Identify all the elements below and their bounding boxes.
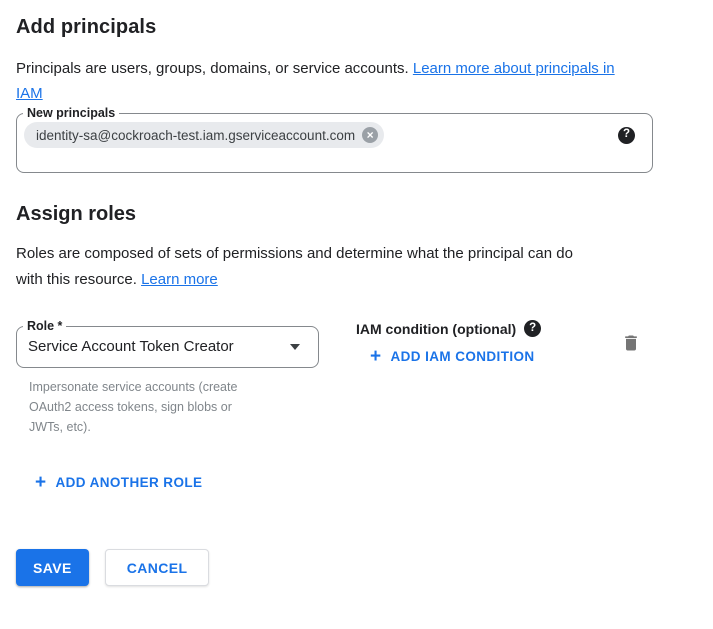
- iam-condition-column: IAM condition (optional) ? + ADD IAM CON…: [356, 319, 541, 367]
- principal-chip: identity-sa@cockroach-test.iam.gservicea…: [24, 122, 384, 148]
- role-helper-text: Impersonate service accounts (create OAu…: [29, 377, 338, 437]
- dropdown-arrow-icon: [290, 344, 300, 350]
- plus-icon: +: [370, 350, 382, 363]
- role-selected-value: Service Account Token Creator: [28, 338, 234, 355]
- assign-roles-description-body: Roles are composed of sets of permission…: [16, 245, 573, 288]
- new-principals-input-area[interactable]: identity-sa@cockroach-test.iam.gservicea…: [17, 120, 652, 172]
- role-binding-row: Role * Service Account Token Creator Imp…: [16, 319, 697, 437]
- add-iam-condition-label: ADD IAM CONDITION: [391, 349, 535, 364]
- iam-condition-help-icon[interactable]: ?: [524, 320, 541, 337]
- iam-condition-label: IAM condition (optional): [356, 321, 516, 337]
- principal-chip-text: identity-sa@cockroach-test.iam.gservicea…: [36, 128, 355, 143]
- learn-more-roles-link[interactable]: Learn more: [141, 271, 218, 288]
- assign-roles-title: Assign roles: [16, 203, 697, 226]
- new-principals-field[interactable]: New principals identity-sa@cockroach-tes…: [16, 106, 653, 173]
- role-select-field[interactable]: Role * Service Account Token Creator: [16, 319, 319, 368]
- add-another-role-label: ADD ANOTHER ROLE: [56, 475, 203, 490]
- chip-remove-icon[interactable]: ×: [362, 127, 378, 143]
- role-label: Role *: [23, 319, 66, 333]
- role-helper-line: OAuth2 access tokens, sign blobs or: [29, 397, 338, 417]
- add-another-role-button[interactable]: + ADD ANOTHER ROLE: [35, 475, 202, 490]
- iam-condition-header: IAM condition (optional) ?: [356, 320, 541, 337]
- role-helper-line: JWTs, etc).: [29, 417, 338, 437]
- new-principals-label: New principals: [23, 106, 119, 120]
- role-select-control[interactable]: Service Account Token Creator: [17, 333, 318, 367]
- trash-icon: [621, 332, 641, 354]
- cancel-button[interactable]: CANCEL: [105, 549, 210, 586]
- add-iam-condition-button[interactable]: + ADD IAM CONDITION: [370, 349, 535, 364]
- dialog-actions: SAVE CANCEL: [16, 549, 697, 586]
- add-principals-panel: Add principals Principals are users, gro…: [0, 0, 713, 586]
- assign-roles-description: Roles are composed of sets of permission…: [16, 241, 591, 293]
- role-helper-line: Impersonate service accounts (create: [29, 377, 338, 397]
- page-title: Add principals: [16, 16, 697, 39]
- save-button[interactable]: SAVE: [16, 549, 89, 586]
- intro-text: Principals are users, groups, domains, o…: [16, 56, 638, 106]
- role-column: Role * Service Account Token Creator Imp…: [16, 319, 338, 437]
- intro-text-body: Principals are users, groups, domains, o…: [16, 60, 409, 77]
- delete-role-button[interactable]: [621, 332, 641, 354]
- new-principals-help-icon[interactable]: ?: [618, 127, 635, 144]
- plus-icon: +: [35, 476, 47, 489]
